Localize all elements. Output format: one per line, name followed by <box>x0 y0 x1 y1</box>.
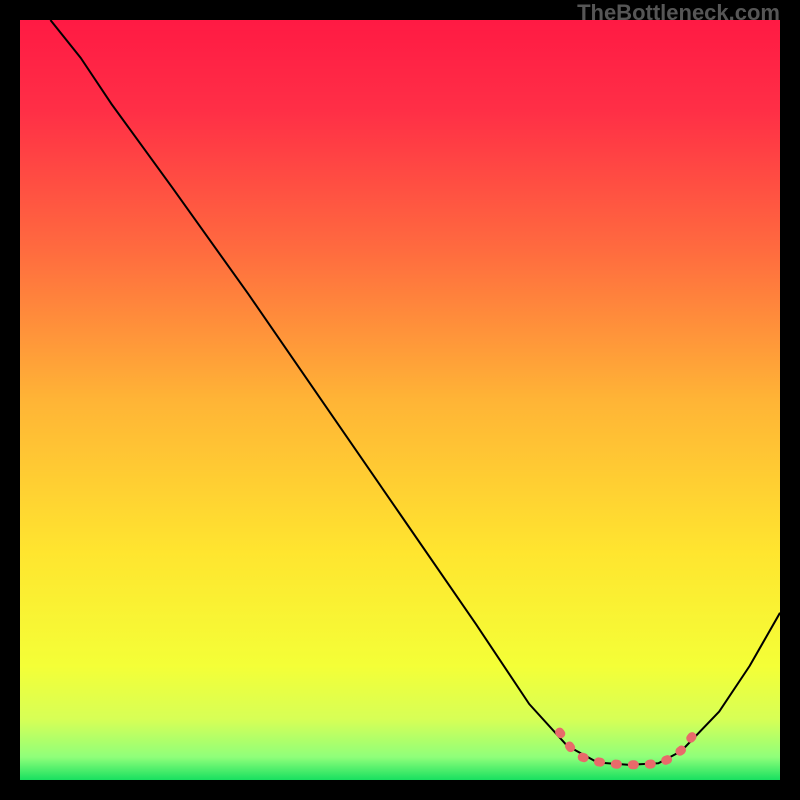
chart-frame: TheBottleneck.com <box>0 0 800 800</box>
chart-plot <box>20 20 780 780</box>
